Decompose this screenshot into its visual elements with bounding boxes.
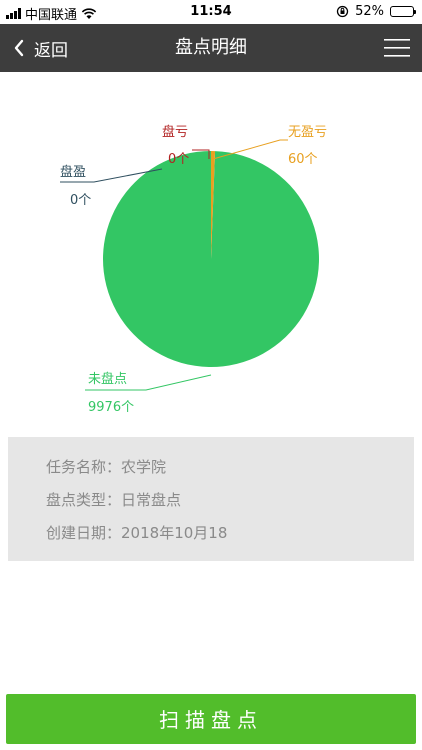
inventory-type-label: 盘点类型： — [46, 491, 122, 509]
battery-icon — [390, 6, 416, 17]
slice-value-2: 0个 — [168, 152, 189, 167]
task-info-panel: 任务名称：农学院 盘点类型：日常盘点 创建日期：2018年10月18 — [8, 437, 414, 561]
slice-label-1: 盘盈 — [60, 164, 86, 180]
slice-label-2: 盘亏 — [162, 124, 188, 140]
created-date-value: 2018年10月18 — [121, 524, 228, 542]
battery-percent: 52% — [355, 4, 384, 19]
slice-label-0: 未盘点 — [88, 371, 127, 387]
slice-value-1: 0个 — [70, 193, 91, 208]
task-name-row: 任务名称：农学院 — [8, 455, 414, 488]
pie-chart: 未盘点 9976个 盘盈 0个 盘亏 0个 无盈亏 60个 — [60, 124, 327, 415]
nav-bar: 返回 盘点明细 — [0, 24, 422, 72]
menu-icon[interactable] — [384, 36, 410, 60]
slice-label-3: 无盈亏 — [288, 125, 327, 140]
scan-inventory-button[interactable]: 扫描盘点 — [6, 694, 416, 744]
created-date-label: 创建日期： — [46, 524, 122, 542]
inventory-type-row: 盘点类型：日常盘点 — [8, 488, 414, 521]
status-right: 52% — [336, 4, 416, 19]
back-label: 返回 — [34, 40, 68, 61]
orientation-lock-icon — [336, 5, 349, 18]
task-name-label: 任务名称： — [46, 458, 122, 476]
inventory-type-value: 日常盘点 — [121, 491, 182, 509]
leader-line-3 — [212, 139, 288, 160]
status-bar: 中国联通 11:54 52% — [0, 0, 422, 24]
created-date-row: 创建日期：2018年10月18 — [8, 521, 414, 554]
slice-value-3: 60个 — [288, 152, 318, 167]
slice-value-0: 9976个 — [88, 400, 134, 415]
task-name-value: 农学院 — [121, 458, 167, 476]
pie-chart-area: 未盘点 9976个 盘盈 0个 盘亏 0个 无盈亏 60个 — [0, 72, 422, 432]
back-button[interactable]: 返回 — [14, 24, 68, 72]
chevron-left-icon — [14, 39, 24, 57]
